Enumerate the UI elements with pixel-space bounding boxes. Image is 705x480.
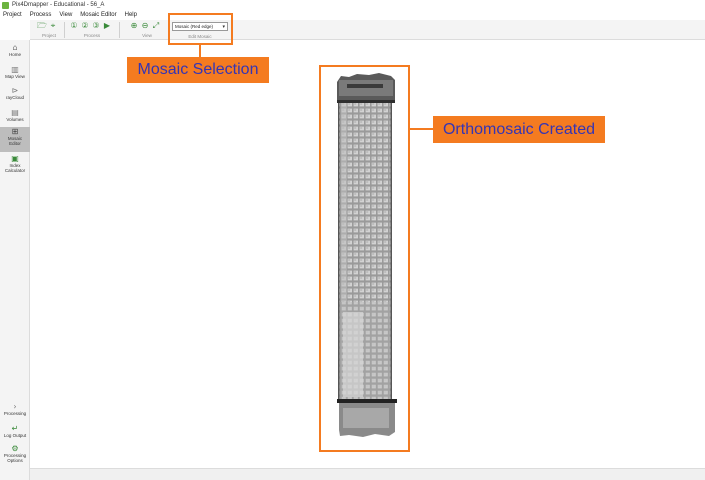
sidebar-item-label: Home: [8, 52, 21, 57]
sidebar-item-processing-options[interactable]: ⚙ Processing Options: [0, 444, 30, 463]
menu-bar: Project Process View Mosaic Editor Help: [0, 10, 705, 20]
volumes-icon: ▤: [11, 108, 19, 117]
status-bar: [30, 468, 705, 480]
sidebar-item-label: rayCloud: [5, 95, 24, 100]
sidebar-item-map-view[interactable]: ▥ Map View: [0, 65, 30, 79]
title-bar: Pix4Dmapper - Educational - 56_A: [0, 0, 705, 10]
map-view-icon: ▥: [11, 65, 19, 74]
process-step-3-icon[interactable]: ③: [91, 21, 101, 31]
app-icon: [2, 1, 9, 9]
toolbar: 🗁 ⌖ Project ① ② ③ ▶ Process ⊕ ⊖ ⤢ View: [30, 20, 705, 40]
toolbar-group-label: Project: [41, 33, 56, 38]
orthomosaic-highlight: [319, 65, 410, 452]
mosaic-editor-icon: ⊞: [11, 127, 19, 136]
sidebar-item-label: Log Output: [3, 433, 27, 438]
mosaic-selection-highlight: [168, 13, 233, 45]
mosaic-selection-callout: Mosaic Selection: [127, 57, 269, 83]
sidebar-item-mosaic-editor[interactable]: ⊞ Mosaic Editor: [0, 127, 30, 152]
process-step-2-icon[interactable]: ②: [80, 21, 90, 31]
raycloud-icon: ⊳: [11, 86, 19, 95]
sidebar-item-label: Map View: [5, 74, 25, 79]
menu-view[interactable]: View: [59, 12, 72, 18]
folder-open-icon[interactable]: 🗁: [37, 21, 47, 31]
sidebar-item-label: Mosaic Editor: [7, 136, 23, 146]
process-run-icon[interactable]: ▶: [102, 21, 112, 31]
toolbar-group-process: ① ② ③ ▶ Process: [69, 20, 115, 40]
sidebar-item-log-output[interactable]: ↵ Log Output: [0, 424, 30, 438]
sidebar: ⌂ Home ▥ Map View ⊳ rayCloud ▤ Volumes ⊞…: [0, 40, 30, 480]
menu-help[interactable]: Help: [125, 12, 137, 18]
zoom-out-icon[interactable]: ⊖: [140, 21, 150, 31]
toolbar-group-project: 🗁 ⌖ Project: [37, 20, 61, 40]
window-title: Pix4Dmapper - Educational - 56_A: [12, 2, 105, 8]
process-step-1-icon[interactable]: ①: [69, 21, 79, 31]
sidebar-item-volumes[interactable]: ▤ Volumes: [0, 108, 30, 122]
toolbar-separator: [64, 22, 65, 38]
crosshair-icon[interactable]: ⌖: [48, 21, 58, 31]
fit-view-icon[interactable]: ⤢: [151, 21, 161, 31]
sidebar-item-home[interactable]: ⌂ Home: [0, 43, 30, 57]
toolbar-group-label: Process: [83, 33, 101, 38]
orthomosaic-connector: [410, 128, 433, 130]
sidebar-item-label: Index Calculator: [4, 163, 26, 173]
sidebar-item-raycloud[interactable]: ⊳ rayCloud: [0, 86, 30, 100]
zoom-in-icon[interactable]: ⊕: [129, 21, 139, 31]
toolbar-group-view: ⊕ ⊖ ⤢ View: [129, 20, 165, 40]
sidebar-item-label: Processing Options: [3, 453, 27, 463]
log-output-icon: ↵: [11, 424, 19, 433]
toolbar-group-label: View: [142, 33, 152, 38]
processing-icon: ›: [13, 402, 17, 411]
sidebar-item-processing[interactable]: › Processing: [0, 402, 30, 416]
menu-project[interactable]: Project: [3, 12, 22, 18]
home-icon: ⌂: [12, 43, 18, 52]
sidebar-item-label: Processing: [3, 411, 27, 416]
sidebar-item-label: Volumes: [6, 117, 24, 122]
menu-mosaic-editor[interactable]: Mosaic Editor: [80, 12, 116, 18]
menu-process[interactable]: Process: [30, 12, 52, 18]
toolbar-separator: [119, 22, 120, 38]
sidebar-item-index-calculator[interactable]: ▣ Index Calculator: [0, 154, 30, 173]
mosaic-selection-connector: [199, 45, 201, 57]
orthomosaic-created-callout: Orthomosaic Created: [433, 116, 605, 143]
index-calculator-icon: ▣: [11, 154, 19, 163]
gear-icon: ⚙: [11, 444, 19, 453]
